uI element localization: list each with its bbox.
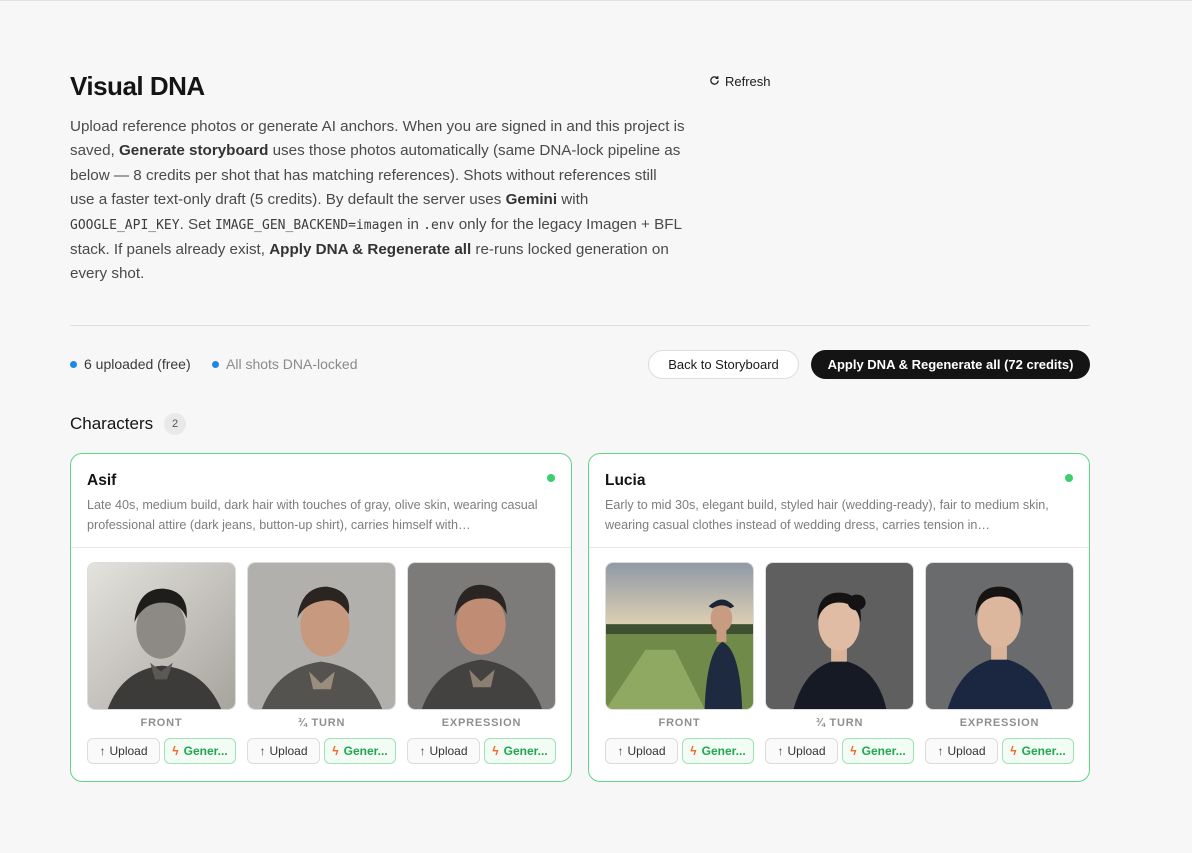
- uploaded-status: 6 uploaded (free): [70, 356, 191, 372]
- top-border: [0, 0, 1192, 1]
- refresh-label: Refresh: [725, 73, 771, 89]
- status-dot-icon: [212, 360, 219, 368]
- character-card-lucia: Lucia Early to mid 30s, elegant build, s…: [588, 453, 1090, 782]
- page-title: Visual DNA: [70, 71, 205, 101]
- reference-slot-expression: EXPRESSION ↑ Upload ϟ Gener...: [925, 562, 1074, 764]
- reference-photo[interactable]: [765, 562, 914, 710]
- upload-arrow-icon: ↑: [99, 744, 106, 758]
- lightning-bolt-icon: ϟ: [332, 744, 339, 758]
- generate-button[interactable]: ϟ Gener...: [164, 738, 236, 764]
- reference-photo[interactable]: [925, 562, 1074, 710]
- character-name: Lucia: [605, 472, 646, 489]
- slot-label: EXPRESSION: [959, 717, 1040, 729]
- generate-button[interactable]: ϟ Gener...: [324, 738, 396, 764]
- section-divider: [70, 325, 1090, 326]
- lightning-bolt-icon: ϟ: [1010, 744, 1017, 758]
- upload-button[interactable]: ↑ Upload: [925, 738, 998, 764]
- slot-label: ¾ TURN: [297, 717, 346, 729]
- generate-button[interactable]: ϟ Gener...: [682, 738, 754, 764]
- locked-status: All shots DNA-locked: [212, 356, 358, 372]
- upload-button[interactable]: ↑ Upload: [407, 738, 480, 764]
- character-description: Early to mid 30s, elegant build, styled …: [605, 498, 1049, 532]
- character-name: Asif: [87, 472, 117, 489]
- upload-button[interactable]: ↑ Upload: [605, 738, 678, 764]
- reference-slot-three-quarter: ¾ TURN ↑ Upload ϟ Gener...: [765, 562, 914, 764]
- generate-button[interactable]: ϟ Gener...: [842, 738, 914, 764]
- reference-slot-front: FRONT ↑ Upload ϟ Gener...: [605, 562, 754, 764]
- slot-label: FRONT: [140, 717, 183, 729]
- slot-label: EXPRESSION: [441, 717, 522, 729]
- reference-slot-front: FRONT ↑ Upload ϟ Gener...: [87, 562, 236, 764]
- page-description: Upload reference photos or generate AI a…: [70, 118, 685, 283]
- characters-count-badge: 2: [164, 413, 186, 435]
- reference-photo[interactable]: [247, 562, 396, 710]
- status-dot-icon: [1065, 474, 1073, 482]
- reference-photo[interactable]: [407, 562, 556, 710]
- characters-heading: Characters: [70, 414, 154, 433]
- upload-arrow-icon: ↑: [419, 744, 426, 758]
- lightning-bolt-icon: ϟ: [850, 744, 857, 758]
- card-divider: [71, 547, 571, 548]
- upload-arrow-icon: ↑: [777, 744, 784, 758]
- back-to-storyboard-button[interactable]: Back to Storyboard: [648, 350, 799, 379]
- reference-slot-three-quarter: ¾ TURN ↑ Upload ϟ Gener...: [247, 562, 396, 764]
- upload-arrow-icon: ↑: [617, 744, 624, 758]
- generate-button[interactable]: ϟ Gener...: [1002, 738, 1074, 764]
- refresh-button[interactable]: Refresh: [709, 72, 771, 90]
- reference-slot-expression: EXPRESSION ↑ Upload ϟ Gener...: [407, 562, 556, 764]
- upload-button[interactable]: ↑ Upload: [87, 738, 160, 764]
- status-dot-icon: [547, 474, 555, 482]
- reference-photo[interactable]: [87, 562, 236, 710]
- lightning-bolt-icon: ϟ: [690, 744, 697, 758]
- refresh-icon: [709, 74, 720, 89]
- upload-button[interactable]: ↑ Upload: [765, 738, 838, 764]
- upload-arrow-icon: ↑: [937, 744, 944, 758]
- lightning-bolt-icon: ϟ: [172, 744, 179, 758]
- generate-button[interactable]: ϟ Gener...: [484, 738, 556, 764]
- slot-label: ¾ TURN: [815, 717, 864, 729]
- status-dot-icon: [70, 360, 77, 368]
- card-divider: [589, 547, 1089, 548]
- character-card-asif: Asif Late 40s, medium build, dark hair w…: [70, 453, 572, 782]
- slot-label: FRONT: [658, 717, 701, 729]
- apply-dna-regenerate-button[interactable]: Apply DNA & Regenerate all (72 credits): [811, 350, 1090, 379]
- upload-button[interactable]: ↑ Upload: [247, 738, 320, 764]
- character-description: Late 40s, medium build, dark hair with t…: [87, 498, 538, 532]
- upload-arrow-icon: ↑: [259, 744, 266, 758]
- reference-photo[interactable]: [605, 562, 754, 710]
- lightning-bolt-icon: ϟ: [492, 744, 499, 758]
